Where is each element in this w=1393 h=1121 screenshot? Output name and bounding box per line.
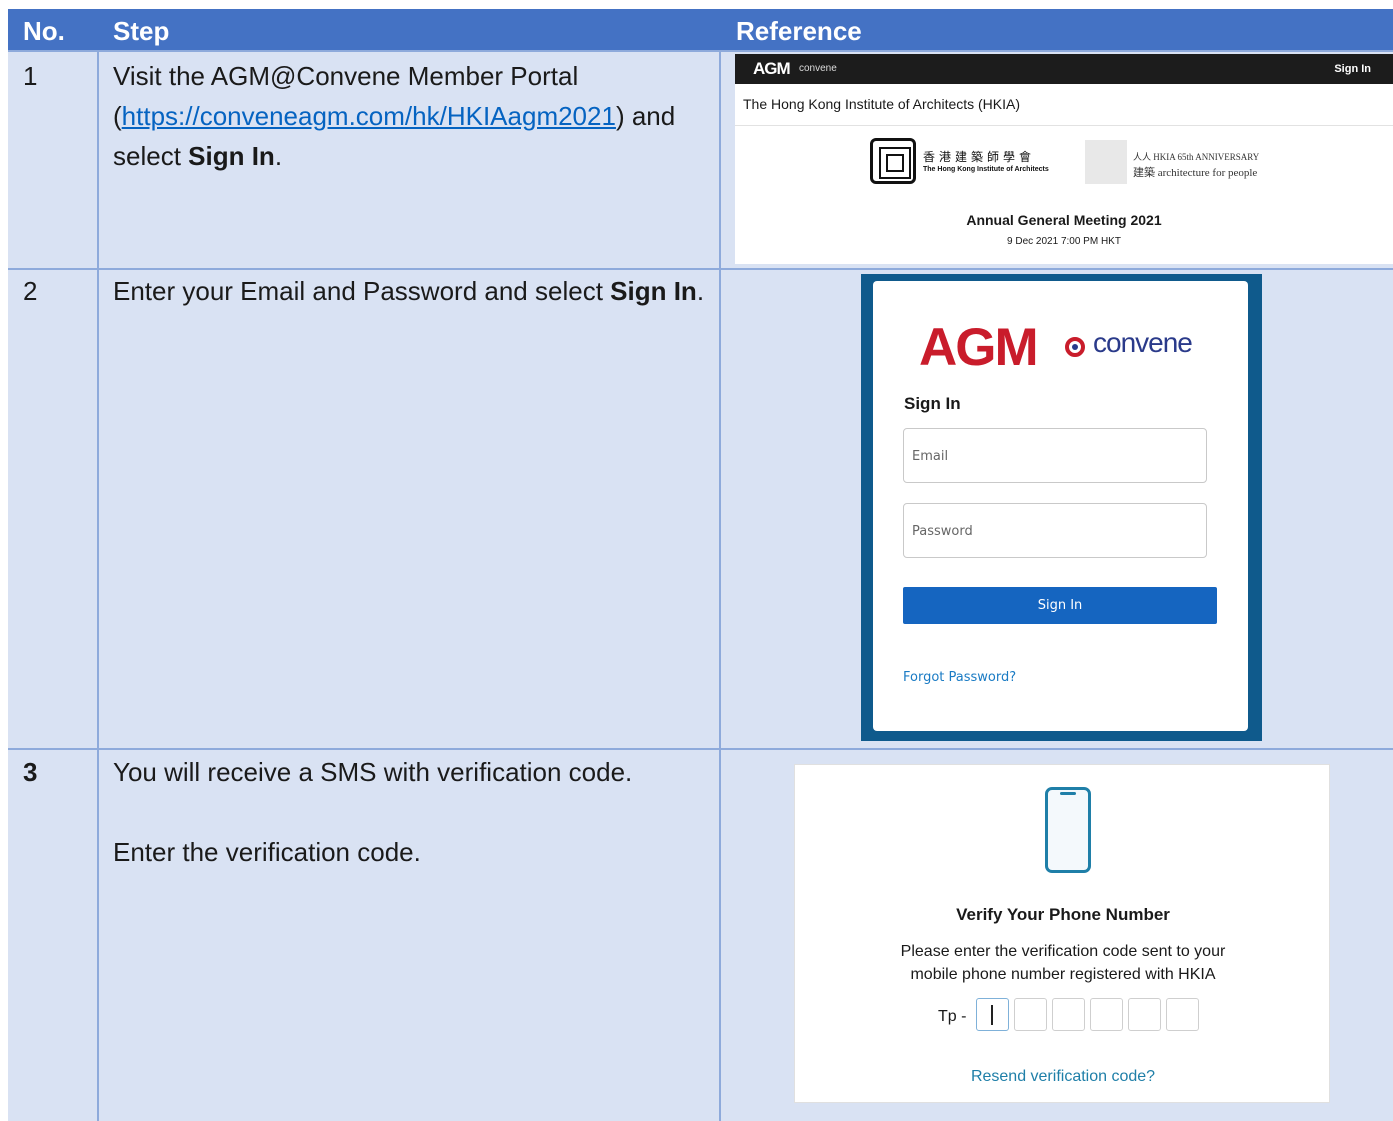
- code-digit-input[interactable]: [1052, 998, 1085, 1031]
- step-text: Visit the AGM@Convene Member Portal (htt…: [113, 61, 676, 171]
- agm-logo: AGM: [919, 318, 1039, 377]
- reference-sign-in: AGM convene Sign In Email Password Sign …: [861, 274, 1262, 741]
- password-field[interactable]: Password: [903, 503, 1207, 558]
- verify-title: Verify Your Phone Number: [956, 905, 1170, 924]
- sign-in-button[interactable]: Sign In: [903, 587, 1217, 624]
- code-digit-input[interactable]: [1128, 998, 1161, 1031]
- sign-in-card: AGM convene Sign In Email Password Sign …: [873, 281, 1248, 731]
- table-header: No. Step Reference: [8, 9, 1393, 50]
- email-field[interactable]: Email: [903, 428, 1207, 483]
- convene-c-icon: [1065, 337, 1085, 357]
- anniversary-logo-icon: [1085, 140, 1127, 184]
- agm-logo: AGM: [753, 59, 791, 78]
- reference-portal-header: AGM convene Sign In The Hong Kong Instit…: [735, 54, 1393, 264]
- divider: [735, 125, 1393, 126]
- hkia-chinese-name: 香港建築師學會: [923, 150, 1036, 164]
- header-reference: Reference: [736, 16, 862, 46]
- resend-code-link[interactable]: Resend verification code?: [795, 1068, 1331, 1086]
- meeting-title: Annual General Meeting 2021: [966, 212, 1162, 228]
- instruction-table: No. Step Reference 1 Visit the AGM@Conve…: [8, 9, 1393, 1121]
- row-number: 2: [23, 276, 38, 306]
- portal-sign-in-link[interactable]: Sign In: [1334, 63, 1371, 75]
- organisation-name: The Hong Kong Institute of Architects (H…: [743, 96, 1021, 112]
- portal-link[interactable]: https://conveneagm.com/hk/HKIAagm2021: [122, 101, 616, 131]
- text-caret: [991, 1005, 993, 1025]
- code-digit-input[interactable]: [1166, 998, 1199, 1031]
- column-divider: [719, 50, 721, 1121]
- header-no: No.: [23, 16, 65, 46]
- meeting-date: 9 Dec 2021 7:00 PM HKT: [1007, 236, 1121, 247]
- code-digit-input[interactable]: [976, 998, 1009, 1031]
- convene-logo: convene: [1093, 327, 1193, 358]
- forgot-password-link[interactable]: Forgot Password?: [903, 670, 1016, 685]
- row-number: 3: [23, 757, 38, 787]
- code-digit-input[interactable]: [1090, 998, 1123, 1031]
- row-number: 1: [23, 61, 38, 91]
- anniversary-tagline: 建築 architecture for people: [1133, 167, 1258, 179]
- column-divider: [97, 50, 99, 1121]
- hkia-english-name: The Hong Kong Institute of Architects: [923, 166, 1049, 173]
- header-step: Step: [113, 16, 170, 46]
- step-text: You will receive a SMS with verification…: [113, 757, 633, 867]
- convene-logo: convene: [799, 63, 837, 74]
- sign-in-title: Sign In: [904, 394, 961, 413]
- anniversary-text: 人人 HKIA 65th ANNIVERSARY: [1133, 152, 1260, 162]
- step-text: Enter your Email and Password and select…: [113, 276, 705, 306]
- reference-verify-phone: Verify Your Phone Number Please enter th…: [794, 764, 1330, 1103]
- portal-topbar: AGM convene Sign In: [735, 54, 1393, 84]
- verify-description: Please enter the verification code sent …: [900, 943, 1226, 983]
- phone-icon: [1045, 787, 1091, 873]
- hkia-seal-icon: [870, 138, 916, 184]
- code-digit-input[interactable]: [1014, 998, 1047, 1031]
- code-prefix: Tp -: [938, 1008, 967, 1025]
